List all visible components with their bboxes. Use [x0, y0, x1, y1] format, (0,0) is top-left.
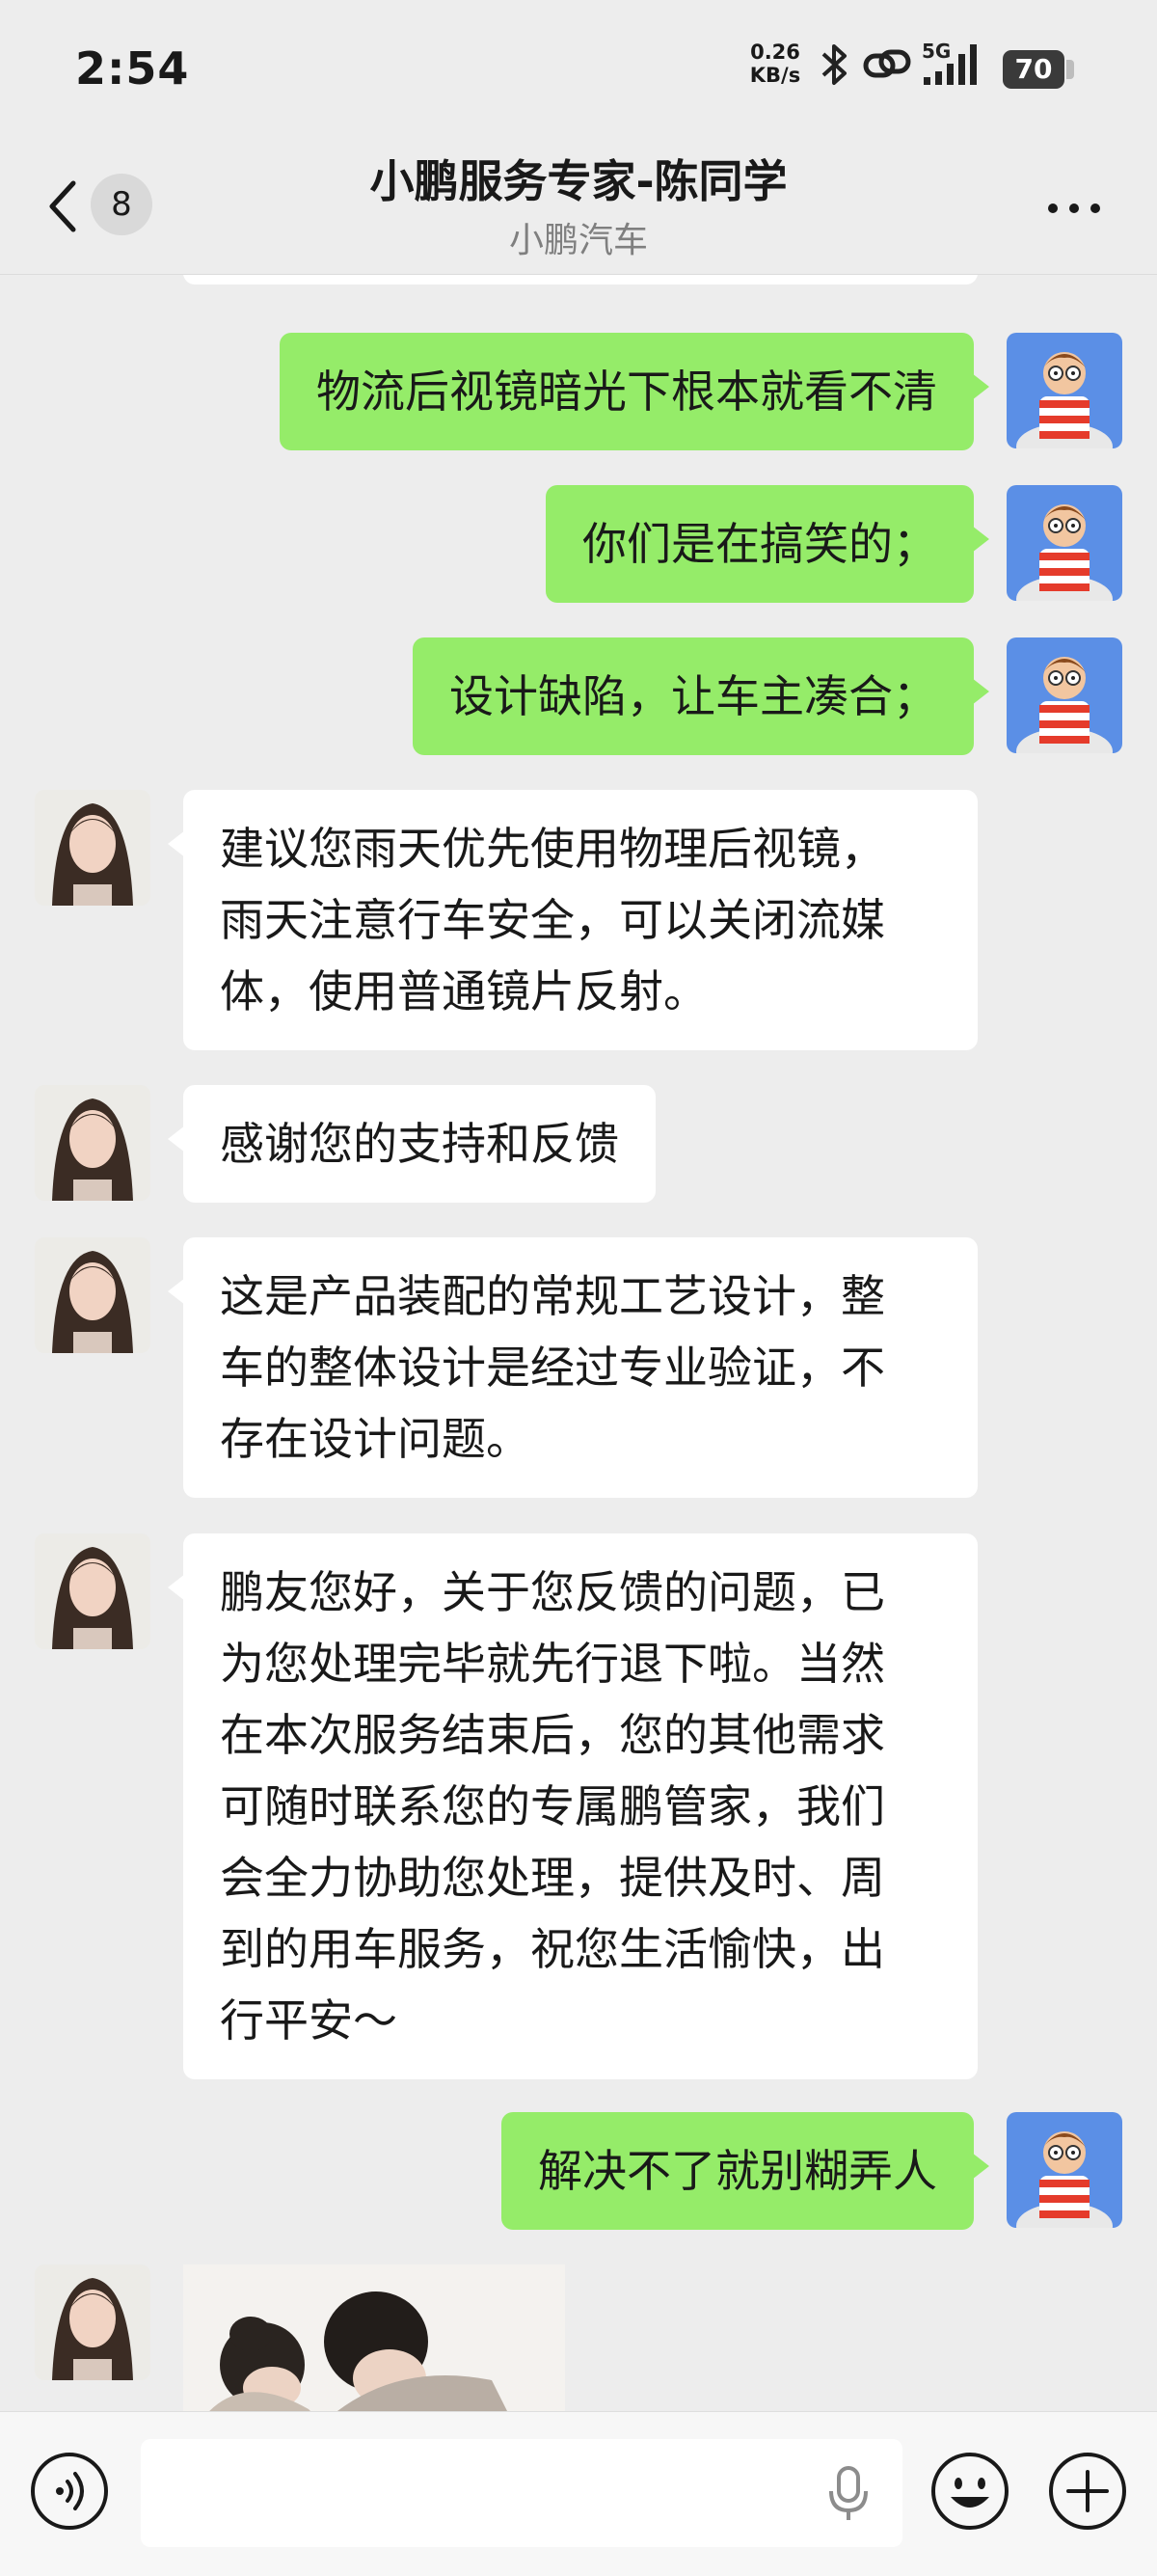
network-speed-value: 0.26	[750, 41, 800, 64]
message-bubble[interactable]: 建议您雨天优先使用物理后视镜， 雨天注意行车安全，可以关闭流媒 体，使用普通镜片…	[168, 790, 978, 1050]
message-bubble[interactable]: 鹏友您好，关于您反馈的问题，已 为您处理完毕就先行退下啦。当然 在本次服务结束后…	[168, 1533, 978, 2079]
message-bubble[interactable]: 解决不了就别糊弄人	[501, 2112, 989, 2230]
message-list[interactable]: 物流后视镜暗光下根本就看不清 你们是在搞笑的； 设计缺陷，让车主凑合； 建议您雨…	[0, 275, 1157, 2411]
message-bubble[interactable]: 这是产品装配的常规工艺设计，整 车的整体设计是经过专业验证，不 存在设计问题。	[168, 1237, 978, 1498]
battery-cap	[1066, 60, 1074, 79]
cartoon-avatar-icon	[1007, 485, 1122, 601]
agent-avatar[interactable]	[35, 790, 150, 906]
bluetooth-icon	[821, 44, 847, 85]
network-speed: 0.26 KB/s	[748, 41, 802, 87]
more-options-icon[interactable]	[1045, 201, 1103, 216]
user-avatar[interactable]	[1007, 2112, 1122, 2228]
message-input-bar	[0, 2411, 1157, 2576]
clock: 2:54	[75, 42, 190, 95]
user-avatar[interactable]	[1007, 637, 1122, 753]
image-message[interactable]	[183, 2264, 565, 2411]
battery-level: 70	[1003, 50, 1064, 89]
emoji-icon[interactable]	[929, 2451, 1010, 2532]
agent-avatar[interactable]	[35, 2264, 150, 2380]
microphone-icon[interactable]	[825, 2464, 872, 2522]
agent-portrait-icon	[35, 2264, 150, 2380]
agent-portrait-icon	[35, 1085, 150, 1201]
chat-title: 小鹏服务专家-陈同学	[369, 155, 788, 207]
agent-avatar[interactable]	[35, 1237, 150, 1353]
previous-message-bubble	[183, 275, 978, 285]
cellular-signal-icon: 5G	[922, 41, 977, 85]
cartoon-avatar-icon	[1007, 2112, 1122, 2228]
cartoon-avatar-icon	[1007, 333, 1122, 448]
agent-portrait-icon	[35, 1237, 150, 1353]
chat-subtitle: 小鹏汽车	[508, 221, 648, 260]
message-bubble[interactable]: 设计缺陷，让车主凑合；	[413, 637, 989, 755]
message-bubble[interactable]: 感谢您的支持和反馈	[168, 1085, 656, 1203]
network-speed-unit: KB/s	[749, 64, 801, 87]
agent-portrait-icon	[35, 790, 150, 906]
svg-text:5G: 5G	[922, 41, 951, 63]
agent-portrait-icon	[35, 1533, 150, 1649]
user-avatar[interactable]	[1007, 333, 1122, 448]
voice-mode-icon[interactable]	[29, 2451, 110, 2532]
status-bar: 2:54 0.26 KB/s 5G 70	[0, 0, 1157, 135]
cartoon-avatar-icon	[1007, 637, 1122, 753]
more-functions-plus-icon[interactable]	[1047, 2451, 1128, 2532]
agent-avatar[interactable]	[35, 1085, 150, 1201]
bowing-staff-photo	[183, 2264, 565, 2411]
agent-avatar[interactable]	[35, 1533, 150, 1649]
message-bubble[interactable]: 物流后视镜暗光下根本就看不清	[280, 333, 989, 450]
message-bubble[interactable]: 你们是在搞笑的；	[546, 485, 989, 603]
link-icon	[863, 49, 911, 78]
chat-header: 8 小鹏服务专家-陈同学 小鹏汽车	[0, 135, 1157, 275]
user-avatar[interactable]	[1007, 485, 1122, 601]
message-text-input[interactable]	[141, 2439, 902, 2547]
